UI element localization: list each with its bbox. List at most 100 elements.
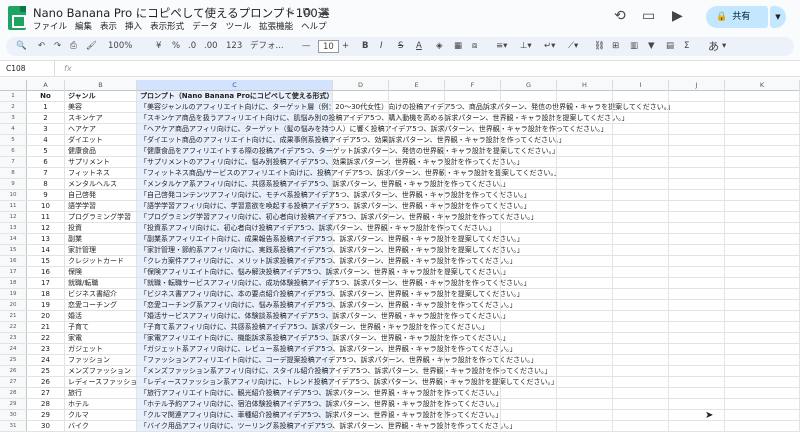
functions-icon[interactable]: Σ — [684, 37, 689, 56]
empty-cell[interactable] — [725, 399, 800, 410]
header-no[interactable]: No — [27, 91, 65, 101]
empty-cell[interactable] — [501, 322, 557, 333]
empty-cell[interactable] — [333, 124, 389, 135]
empty-cell[interactable] — [389, 245, 445, 256]
empty-cell[interactable] — [613, 245, 669, 256]
empty-cell[interactable] — [501, 267, 557, 278]
filter-views-icon[interactable]: ▤ — [666, 37, 674, 56]
empty-cell[interactable] — [445, 344, 501, 355]
empty-cell[interactable] — [669, 245, 725, 256]
empty-cell[interactable] — [389, 223, 445, 234]
empty-cell[interactable] — [389, 113, 445, 124]
empty-cell[interactable] — [557, 322, 613, 333]
empty-cell[interactable] — [613, 124, 669, 135]
empty-cell[interactable] — [725, 322, 800, 333]
empty-cell[interactable] — [333, 322, 389, 333]
empty-cell[interactable] — [333, 135, 389, 146]
column-header-k[interactable]: K — [725, 80, 800, 91]
cell-no[interactable]: 28 — [27, 399, 65, 409]
cell-genre[interactable]: サプリメント — [65, 157, 137, 167]
empty-cell[interactable] — [613, 256, 669, 267]
empty-cell[interactable] — [613, 234, 669, 245]
empty-cell[interactable] — [669, 377, 725, 388]
empty-cell[interactable] — [389, 256, 445, 267]
empty-cell[interactable] — [669, 410, 725, 421]
empty-cell[interactable] — [613, 113, 669, 124]
empty-cell[interactable] — [389, 157, 445, 168]
cell-genre[interactable]: 語学学習 — [65, 201, 137, 211]
empty-cell[interactable] — [557, 223, 613, 234]
cell-genre[interactable]: 美容 — [65, 102, 137, 112]
cell-no[interactable]: 18 — [27, 289, 65, 299]
cell-genre[interactable]: メンタルヘルス — [65, 179, 137, 189]
cell-prompt[interactable]: 「健康食品をアフィリエイトする際の投稿アイデア5つ、ターゲット訴求パターン、発信… — [137, 146, 559, 156]
row-header[interactable]: 5 — [0, 135, 27, 145]
empty-cell[interactable] — [613, 146, 669, 157]
empty-cell[interactable] — [613, 267, 669, 278]
font-select[interactable]: デフォ... — [250, 37, 284, 56]
empty-cell[interactable] — [669, 168, 725, 179]
empty-cell[interactable] — [613, 311, 669, 322]
borders-icon[interactable]: ▦ — [454, 37, 462, 56]
empty-cell[interactable] — [557, 245, 613, 256]
menu-file[interactable]: ファイル — [33, 22, 67, 32]
empty-cell[interactable] — [557, 157, 613, 168]
row-header[interactable]: 1 — [0, 91, 27, 101]
empty-cell[interactable] — [389, 91, 445, 102]
paint-format-icon[interactable]: 🖌 — [86, 37, 97, 56]
empty-cell[interactable] — [613, 91, 669, 102]
cell-genre[interactable]: ビジネス書紹介 — [65, 289, 137, 299]
empty-cell[interactable] — [333, 355, 389, 366]
empty-cell[interactable] — [501, 366, 557, 377]
empty-cell[interactable] — [333, 289, 389, 300]
percent-button[interactable]: % — [172, 37, 180, 56]
empty-cell[interactable] — [669, 355, 725, 366]
text-wrap-icon[interactable]: ↵▾ — [544, 37, 555, 56]
empty-cell[interactable] — [501, 410, 557, 421]
zoom-select[interactable]: 100% — [108, 37, 132, 56]
empty-cell[interactable] — [445, 91, 501, 102]
cell-genre[interactable]: 恋愛コーチング — [65, 300, 137, 310]
align-vertical-icon[interactable]: ⊥▾ — [520, 37, 532, 56]
empty-cell[interactable] — [725, 223, 800, 234]
empty-cell[interactable] — [725, 234, 800, 245]
row-header[interactable]: 13 — [0, 223, 27, 233]
row-header[interactable]: 12 — [0, 212, 27, 222]
cell-no[interactable]: 11 — [27, 212, 65, 222]
column-header-a[interactable]: A — [27, 80, 65, 91]
menu-format[interactable]: 表示形式 — [150, 22, 184, 32]
cell-genre[interactable]: クルマ — [65, 410, 137, 420]
empty-cell[interactable] — [333, 366, 389, 377]
empty-cell[interactable] — [669, 300, 725, 311]
merge-cells-icon[interactable]: ⧈ — [472, 37, 477, 56]
column-header-b[interactable]: B — [65, 80, 137, 91]
empty-cell[interactable] — [669, 190, 725, 201]
cell-no[interactable]: 2 — [27, 113, 65, 123]
empty-cell[interactable] — [501, 333, 557, 344]
empty-cell[interactable] — [333, 278, 389, 289]
empty-cell[interactable] — [501, 311, 557, 322]
cell-prompt[interactable]: 「ホテル予約アフィリ向けに、宿泊体験投稿アイデア5つ、訴求パターン、世界観・キャ… — [137, 399, 503, 409]
move-icon[interactable]: ⧉ — [303, 5, 311, 18]
empty-cell[interactable] — [557, 388, 613, 399]
empty-cell[interactable] — [725, 311, 800, 322]
row-header[interactable]: 18 — [0, 278, 27, 288]
empty-cell[interactable] — [333, 146, 389, 157]
empty-cell[interactable] — [725, 245, 800, 256]
empty-cell[interactable] — [445, 256, 501, 267]
empty-cell[interactable] — [613, 410, 669, 421]
italic-button[interactable]: I — [380, 37, 383, 56]
empty-cell[interactable] — [333, 377, 389, 388]
empty-cell[interactable] — [501, 421, 557, 432]
cell-prompt[interactable]: 「美容ジャンルのアフィリエイト向けに、ターゲット層（例：20〜30代女性）向けの… — [137, 102, 674, 112]
empty-cell[interactable] — [669, 289, 725, 300]
row-header[interactable]: 27 — [0, 377, 27, 387]
row-header[interactable]: 4 — [0, 124, 27, 134]
share-dropdown-button[interactable]: ▼ — [770, 6, 786, 28]
empty-cell[interactable] — [445, 421, 501, 432]
cell-genre[interactable]: 子育て — [65, 322, 137, 332]
empty-cell[interactable] — [725, 366, 800, 377]
cell-prompt[interactable]: 「子育て系アフィリ向けに、共感系投稿アイデア5つ、訴求パターン、世界観・キャラ設… — [137, 322, 489, 332]
empty-cell[interactable] — [613, 179, 669, 190]
empty-cell[interactable] — [445, 135, 501, 146]
